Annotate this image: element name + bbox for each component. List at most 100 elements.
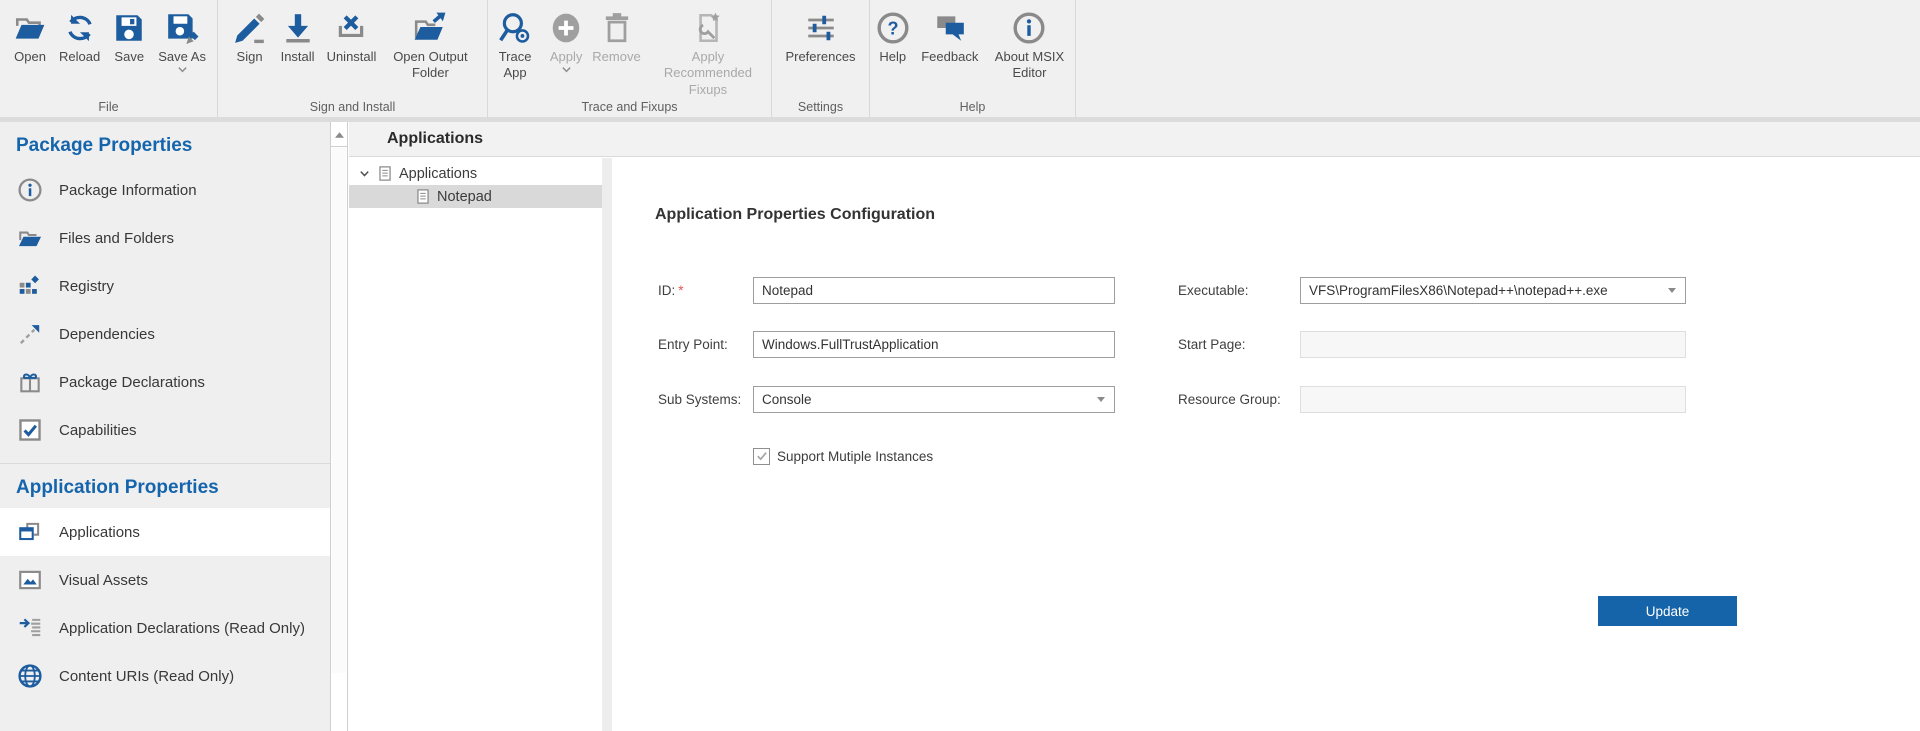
ribbon-group-trace-and-fixups: Trace App Apply Remove Apply Recommended Fi… <box>488 0 772 117</box>
start-page-label: Start Page: <box>1178 331 1246 358</box>
support-multiple-instances-checkbox[interactable] <box>753 448 770 465</box>
support-multiple-instances-row: Support Mutiple Instances <box>753 448 933 465</box>
sidebar-scrollbar[interactable] <box>330 122 348 731</box>
button-label: Uninstall <box>327 49 377 65</box>
applications-icon <box>16 519 43 546</box>
save-button[interactable]: Save <box>106 7 152 67</box>
preferences-button[interactable]: Preferences <box>781 7 859 67</box>
sidebar-item-label: Capabilities <box>59 422 137 439</box>
button-label: Trace App <box>492 49 538 82</box>
sidebar-item-content-uris-read-only[interactable]: Content URIs (Read Only) <box>0 652 330 700</box>
sidebar-item-label: Applications <box>59 524 140 541</box>
tree-node-applications[interactable]: Applications <box>349 162 602 185</box>
trace-app-icon <box>496 9 534 47</box>
applications-tree: Applications Notepad <box>349 158 602 731</box>
entry-point-input[interactable] <box>753 331 1115 358</box>
reload-icon <box>61 9 99 47</box>
ribbon-group-help: ? Help Feedback About MSIX Editor Help <box>870 0 1076 117</box>
app-declarations-icon <box>16 615 43 642</box>
ribbon-group-sign-and-install: Sign Install Uninstall Open Output Folder Si… <box>218 0 488 117</box>
preferences-sliders-icon <box>802 9 840 47</box>
resource-group-input <box>1300 386 1686 413</box>
sidebar-item-label: Dependencies <box>59 326 155 343</box>
document-icon <box>378 165 392 182</box>
dropdown-arrow-icon[interactable] <box>1097 397 1105 402</box>
sub-systems-select[interactable] <box>753 386 1115 413</box>
sidebar-item-application-declarations-read-only[interactable]: Application Declarations (Read Only) <box>0 604 330 652</box>
ribbon-group-label: File <box>0 100 217 114</box>
checkbox-label: Support Mutiple Instances <box>777 449 933 464</box>
sidebar-divider <box>0 463 330 464</box>
tree-splitter[interactable] <box>602 158 612 731</box>
document-icon <box>416 188 430 205</box>
uninstall-button[interactable]: Uninstall <box>323 7 381 67</box>
sidebar-item-visual-assets[interactable]: Visual Assets <box>0 556 330 604</box>
chevron-down-icon[interactable] <box>358 166 373 181</box>
apply-button: Apply <box>544 7 588 75</box>
sidebar-item-package-declarations[interactable]: Package Declarations <box>0 358 330 406</box>
scrollbar-thumb[interactable] <box>332 148 346 673</box>
button-label: Help <box>879 49 906 65</box>
button-label: Feedback <box>921 49 978 65</box>
sidebar-item-label: Package Declarations <box>59 374 205 391</box>
sidebar-heading-application-properties: Application Properties <box>16 477 330 499</box>
registry-icon <box>16 273 43 300</box>
fixups-icon <box>689 9 727 47</box>
sidebar: Package Properties Package Information Fil… <box>0 122 330 731</box>
ribbon-group-label: Sign and Install <box>218 100 487 114</box>
sidebar-item-label: Package Information <box>59 182 197 199</box>
sidebar-item-applications[interactable]: Applications <box>0 508 330 556</box>
open-output-folder-button[interactable]: Open Output Folder <box>382 7 478 84</box>
sign-button[interactable]: Sign <box>227 7 273 67</box>
dropdown-caret-icon[interactable] <box>177 66 188 73</box>
sidebar-heading-package-properties: Package Properties <box>16 135 330 157</box>
button-label: Remove <box>592 49 640 65</box>
button-label: Preferences <box>785 49 855 65</box>
feedback-button[interactable]: Feedback <box>918 7 982 67</box>
msix-editor-window: Open Reload SaveSave As File Sign Install Unin… <box>0 0 1920 731</box>
ribbon-group-label: Help <box>870 100 1075 114</box>
sidebar-item-label: Registry <box>59 278 114 295</box>
scroll-up-button[interactable] <box>331 122 347 147</box>
files-folders-icon <box>16 225 43 252</box>
dropdown-caret-icon <box>561 66 572 73</box>
save-as-button[interactable]: Save As <box>154 7 210 75</box>
button-label: Apply Recommended Fixups <box>649 49 767 98</box>
dropdown-arrow-icon[interactable] <box>1668 288 1676 293</box>
sidebar-item-registry[interactable]: Registry <box>0 262 330 310</box>
form-title: Application Properties Configuration <box>655 206 935 224</box>
tree-node-label: Notepad <box>437 189 492 205</box>
dependencies-icon <box>16 321 43 348</box>
executable-select[interactable] <box>1300 277 1686 304</box>
open-folder-icon <box>11 9 49 47</box>
capabilities-icon <box>16 417 43 444</box>
resource-group-label: Resource Group: <box>1178 386 1281 413</box>
sidebar-item-files-and-folders[interactable]: Files and Folders <box>0 214 330 262</box>
help-icon: ? <box>874 9 912 47</box>
install-button[interactable]: Install <box>275 7 321 67</box>
ribbon-group-label: Trace and Fixups <box>488 100 771 114</box>
trace-app-button[interactable]: Trace App <box>488 7 542 84</box>
id-input[interactable] <box>753 277 1115 304</box>
reload-button[interactable]: Reload <box>55 7 104 67</box>
help-button[interactable]: ? Help <box>870 7 916 67</box>
id-label: ID:* <box>658 277 684 304</box>
open-output-folder-icon <box>411 9 449 47</box>
update-button[interactable]: Update <box>1598 596 1737 626</box>
sidebar-item-package-information[interactable]: Package Information <box>0 166 330 214</box>
package-declarations-icon <box>16 369 43 396</box>
remove-button: Remove <box>590 7 643 67</box>
sidebar-item-capabilities[interactable]: Capabilities <box>0 406 330 454</box>
open-button[interactable]: Open <box>7 7 53 67</box>
tree-node-notepad[interactable]: Notepad <box>349 185 602 208</box>
button-label: Reload <box>59 49 100 65</box>
button-label: Apply <box>550 49 583 65</box>
page-header: Applications <box>349 122 1920 157</box>
uninstall-icon <box>332 9 370 47</box>
button-label: Open Output Folder <box>386 49 474 82</box>
page-title: Applications <box>387 130 483 148</box>
sidebar-item-dependencies[interactable]: Dependencies <box>0 310 330 358</box>
about-msix-editor-button[interactable]: About MSIX Editor <box>984 7 1075 84</box>
ribbon-toolbar: Open Reload SaveSave As File Sign Install Unin… <box>0 0 1920 117</box>
button-label: Sign <box>237 49 263 65</box>
